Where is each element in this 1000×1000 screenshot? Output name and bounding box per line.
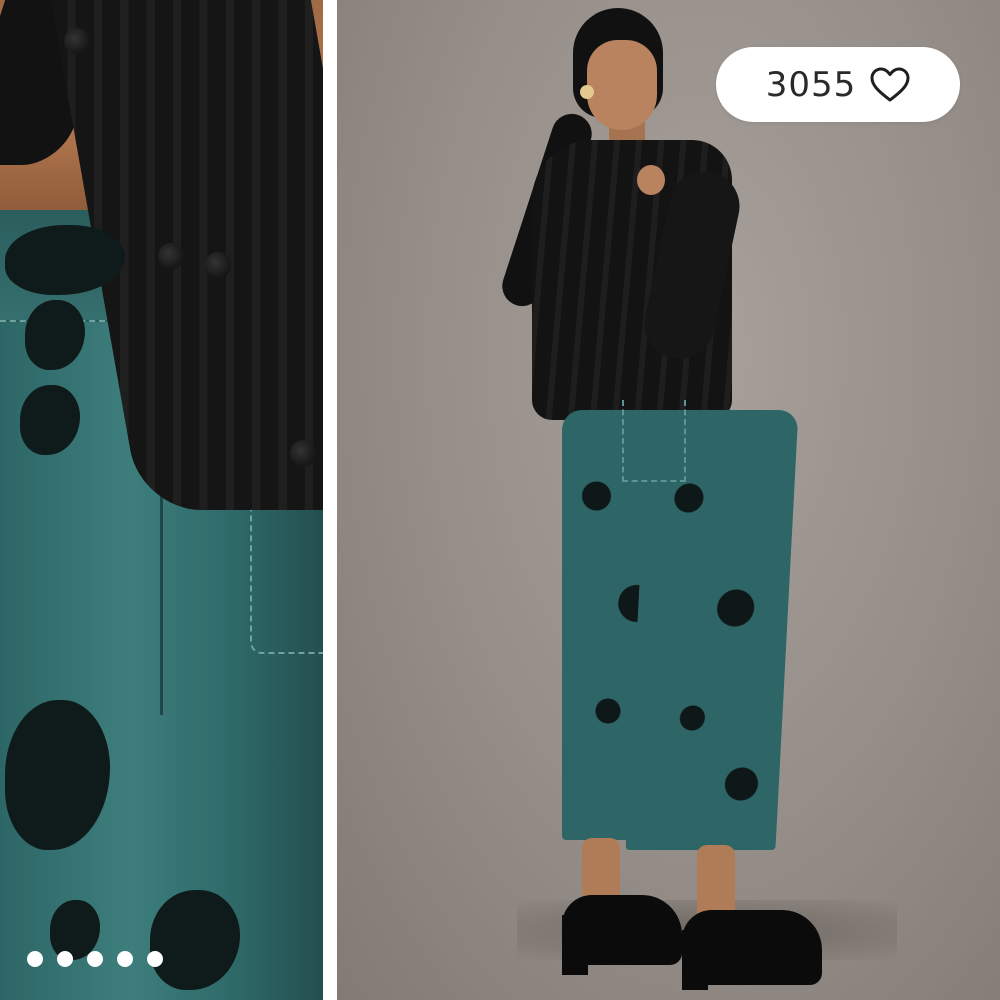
carousel-dot[interactable] xyxy=(57,951,73,967)
carousel-dot[interactable] xyxy=(117,951,133,967)
earring xyxy=(580,85,594,99)
favorite-button[interactable]: 3055 xyxy=(716,47,960,122)
carousel-dot[interactable] xyxy=(27,951,43,967)
model-hand xyxy=(637,165,665,195)
closeup-photo xyxy=(0,0,323,1000)
pants-pocket xyxy=(622,400,686,482)
platform-shoe xyxy=(682,910,822,985)
model-face xyxy=(587,40,657,130)
heart-icon xyxy=(870,67,910,101)
carousel-pagination xyxy=(27,951,163,967)
carousel-dot[interactable] xyxy=(147,951,163,967)
platform-shoe xyxy=(562,895,682,965)
like-count: 3055 xyxy=(765,64,857,105)
carousel-dot[interactable] xyxy=(87,951,103,967)
closeup-pants-image[interactable] xyxy=(0,0,323,1000)
full-model-image[interactable] xyxy=(337,0,1000,1000)
